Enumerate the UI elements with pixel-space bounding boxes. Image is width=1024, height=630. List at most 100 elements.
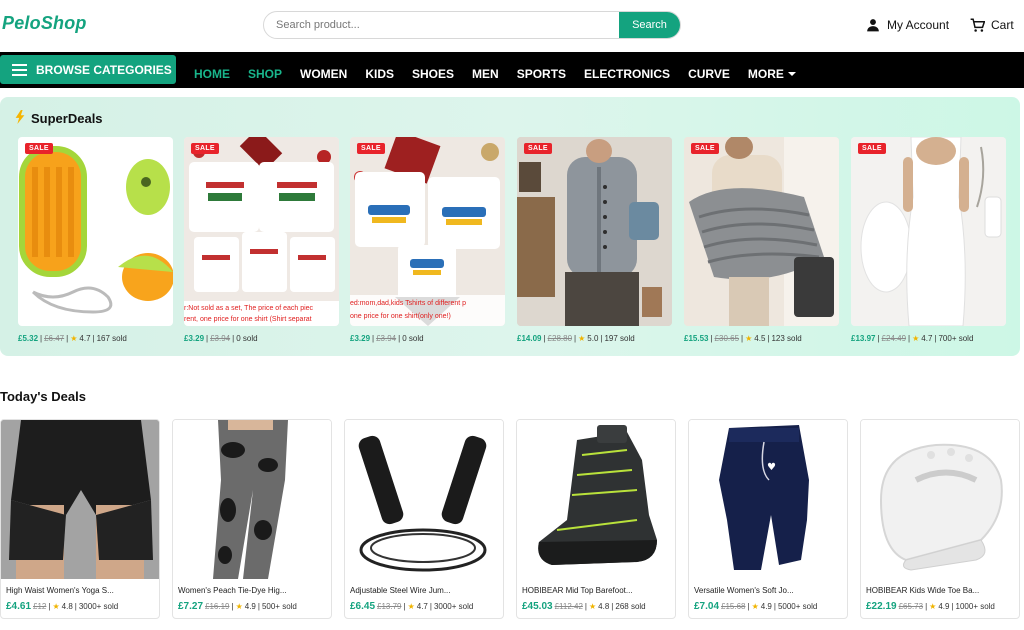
search-button[interactable]: Search — [619, 12, 680, 38]
original-price: £30.65 — [714, 334, 740, 343]
superdeal-card[interactable]: SALE £14.09 | £28.80 | ★ 5.0 | 197 sold — [517, 137, 672, 343]
sale-badge: SALE — [25, 143, 53, 154]
original-price: £24.49 — [881, 334, 907, 343]
product-name[interactable]: HOBIBEAR Mid Top Barefoot... — [522, 586, 670, 595]
star-icon: ★ — [578, 334, 586, 343]
chevron-down-icon — [787, 72, 796, 76]
product-image[interactable] — [517, 420, 675, 579]
price-row: £15.53 | £30.65 | ★ 4.5 | 123 sold — [684, 334, 802, 343]
product-image[interactable] — [173, 420, 331, 579]
current-price: £4.61 — [6, 601, 32, 612]
sold-count: 197 sold — [604, 334, 635, 343]
browse-categories-label: BROWSE CATEGORIES — [36, 62, 172, 77]
my-account-link[interactable]: My Account — [866, 17, 949, 33]
product-image-caption: r:Not sold as a set, The price of each p… — [184, 305, 314, 323]
star-icon: ★ — [70, 334, 78, 343]
price-row: £3.29 | £3.94 | 0 sold — [184, 334, 258, 343]
product-image[interactable] — [345, 420, 503, 579]
site-header: PeloShop Search My Account Cart — [0, 0, 1024, 52]
price-row: £14.09 | £28.80 | ★ 5.0 | 197 sold — [517, 334, 635, 343]
nav-item-more-label: MORE — [747, 67, 784, 81]
sold-count: 167 sold — [96, 334, 127, 343]
nav-item-shoes[interactable]: SHOES — [412, 67, 454, 81]
sold-count: 3000+ sold — [78, 602, 119, 611]
nav-item-home[interactable]: HOME — [194, 67, 230, 81]
browse-categories-button[interactable]: BROWSE CATEGORIES — [0, 55, 176, 84]
shopping-cart-icon — [970, 18, 985, 33]
product-name[interactable]: High Waist Women's Yoga S... — [6, 586, 154, 595]
star-icon: ★ — [589, 602, 597, 611]
current-price: £3.29 — [184, 334, 205, 343]
deal-card[interactable]: HOBIBEAR Mid Top Barefoot... £45.03 £112… — [516, 419, 676, 619]
product-image[interactable]: r:Not sold as a set, The price of each p… — [184, 137, 339, 326]
original-price: £3.94 — [376, 334, 397, 343]
site-logo[interactable]: PeloShop — [2, 13, 87, 34]
todays-deals-title: Today's Deals — [0, 389, 86, 404]
deal-card[interactable]: ♥ Versatile Women's Soft Jo... £7.04 £15… — [688, 419, 848, 619]
original-price: £28.80 — [547, 334, 573, 343]
superdeal-card[interactable]: ed:mom,dad,kids Tshirts of different p o… — [350, 137, 505, 343]
search-bar: Search — [263, 11, 681, 39]
product-image[interactable]: SALE — [851, 137, 1006, 326]
current-price: £6.45 — [350, 601, 376, 612]
star-icon: ★ — [407, 602, 415, 611]
deal-card[interactable]: Women's Peach Tie-Dye Hig... £7.27 £16.1… — [172, 419, 332, 619]
original-price: £65.73 — [898, 602, 924, 611]
current-price: £45.03 — [522, 601, 553, 612]
price-row: £6.45 £13.79 | ★ 4.7 | 3000+ sold — [350, 601, 474, 612]
star-icon: ★ — [912, 334, 920, 343]
superdeal-card[interactable]: SALE £15.53 | £30.65 | ★ 4.5 | 123 sold — [684, 137, 839, 343]
nav-item-sports[interactable]: SPORTS — [517, 67, 566, 81]
current-price: £5.32 — [18, 334, 39, 343]
original-price: £16.19 — [205, 602, 230, 611]
rating: 4.7 — [79, 334, 91, 343]
product-image[interactable] — [1, 420, 159, 579]
nav-item-men[interactable]: MEN — [472, 67, 499, 81]
lightning-icon — [14, 110, 26, 127]
product-name[interactable]: Versatile Women's Soft Jo... — [694, 586, 842, 595]
product-image[interactable]: SALE — [684, 137, 839, 326]
search-input[interactable] — [264, 12, 621, 38]
price-row: £45.03 £112.42 | ★ 4.8 | 268 sold — [522, 601, 646, 612]
product-name[interactable]: Adjustable Steel Wire Jum... — [350, 586, 498, 595]
star-icon: ★ — [751, 602, 759, 611]
current-price: £13.97 — [851, 334, 876, 343]
product-name[interactable]: Women's Peach Tie-Dye Hig... — [178, 586, 326, 595]
nav-item-women[interactable]: WOMEN — [300, 67, 347, 81]
superdeals-section: SuperDeals SALE £5.32 | £6.47 | ★ 4.7 | — [0, 97, 1020, 356]
nav-item-curve[interactable]: CURVE — [688, 67, 730, 81]
nav-item-more[interactable]: MORE — [748, 67, 796, 81]
cart-link[interactable]: Cart — [970, 17, 1014, 33]
deal-card[interactable]: Adjustable Steel Wire Jum... £6.45 £13.7… — [344, 419, 504, 619]
user-icon — [866, 18, 880, 32]
nav-item-shop[interactable]: SHOP — [248, 67, 282, 81]
product-image[interactable]: SALE — [18, 137, 173, 326]
product-image[interactable]: SALE — [517, 137, 672, 326]
product-name[interactable]: HOBIBEAR Kids Wide Toe Ba... — [866, 586, 1014, 595]
superdeal-card[interactable]: SALE £5.32 | £6.47 | ★ 4.7 | 167 sold — [18, 137, 173, 343]
current-price: £3.29 — [350, 334, 371, 343]
price-row: £3.29 | £3.94 | 0 sold — [350, 334, 424, 343]
superdeals-title: SuperDeals — [14, 110, 103, 127]
deal-card[interactable]: HOBIBEAR Kids Wide Toe Ba... £22.19 £65.… — [860, 419, 1020, 619]
nav-item-electronics[interactable]: ELECTRONICS — [584, 67, 670, 81]
sold-count: 123 sold — [771, 334, 802, 343]
original-price: £12 — [33, 602, 47, 611]
superdeal-card[interactable]: SALE £13.97 | £24.49 | ★ 4.7 | 700+ sold — [851, 137, 1006, 343]
account-label: My Account — [887, 18, 950, 32]
rating: 4.7 — [921, 334, 933, 343]
star-icon: ★ — [52, 602, 60, 611]
current-price: £7.27 — [178, 601, 204, 612]
product-image[interactable]: ed:mom,dad,kids Tshirts of different p o… — [350, 137, 505, 326]
superdeal-card[interactable]: r:Not sold as a set, The price of each p… — [184, 137, 339, 343]
nav-item-kids[interactable]: KIDS — [365, 67, 394, 81]
product-image[interactable]: ♥ — [689, 420, 847, 579]
original-price: £15.68 — [721, 602, 746, 611]
sale-badge: SALE — [191, 143, 219, 154]
sale-badge: SALE — [858, 143, 886, 154]
deal-card[interactable]: High Waist Women's Yoga S... £4.61 £12 |… — [0, 419, 160, 619]
hamburger-menu-icon — [12, 63, 27, 76]
rating: 4.8 — [61, 602, 73, 611]
original-price: £112.42 — [554, 602, 583, 611]
product-image[interactable] — [861, 420, 1019, 579]
